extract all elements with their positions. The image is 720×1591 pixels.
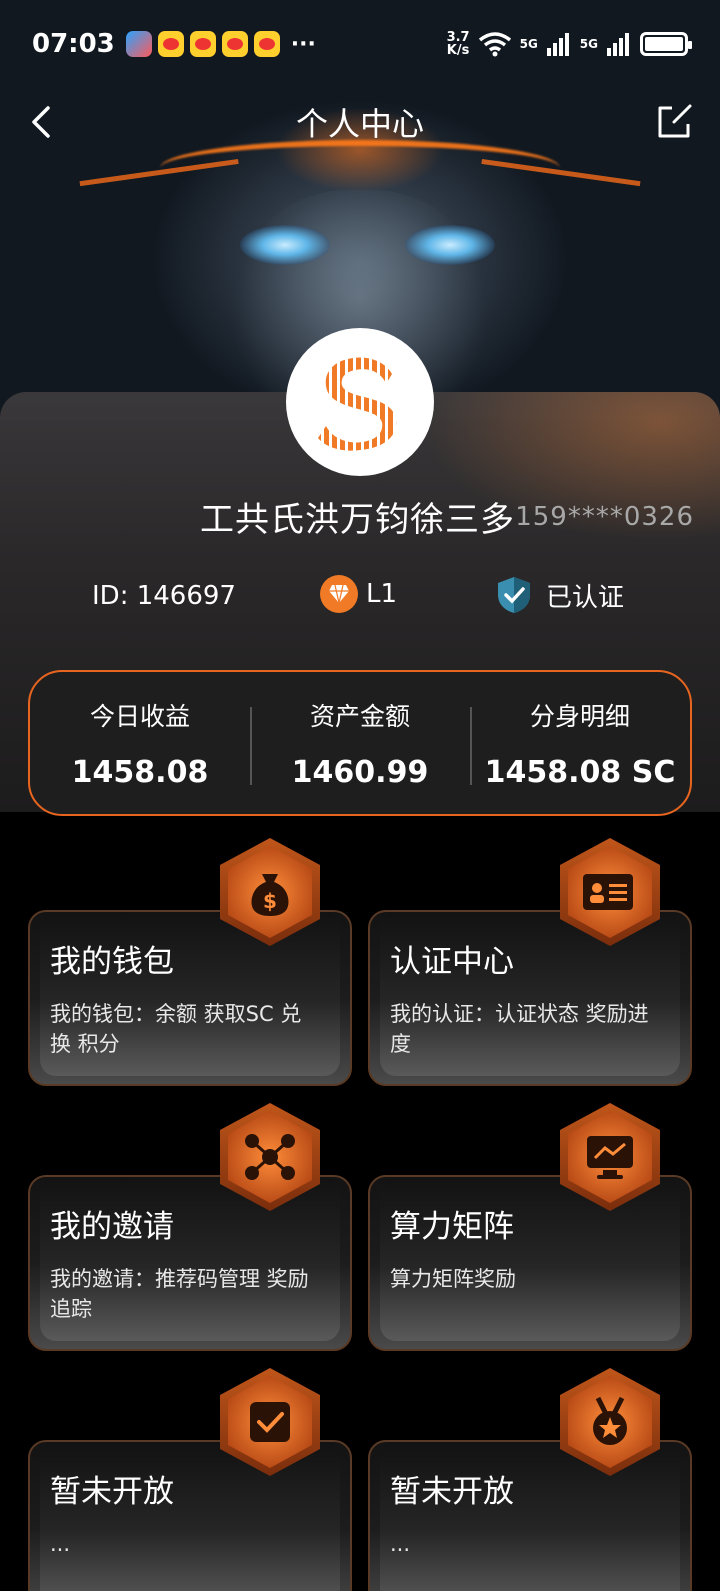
signal-icon: [607, 33, 629, 56]
robot-eye-left: [240, 225, 330, 265]
weibo-notification-icon: [253, 31, 280, 57]
card-body: 认证中心 我的认证：认证状态 奖励进度: [368, 910, 692, 1086]
network-speed: 3.7 K/s: [447, 31, 470, 57]
status-bar: 07:03 ··· 3.7 K/s 5G 5G: [0, 0, 720, 88]
weibo-notification-icon: [157, 31, 184, 57]
card-desc: ...: [390, 1532, 411, 1556]
card-desc: 算力矩阵奖励: [390, 1267, 516, 1291]
back-arrow-icon[interactable]: [24, 102, 64, 142]
card-compute-matrix[interactable]: 算力矩阵 算力矩阵奖励: [368, 1103, 692, 1351]
stat-value: 1458.08 SC: [484, 754, 676, 790]
avatar[interactable]: [286, 328, 434, 476]
verification-text: 已认证: [546, 582, 625, 613]
card-invitation[interactable]: 我的邀请 我的邀请：推荐码管理 奖励追踪: [28, 1103, 352, 1351]
weibo-notification-icon: [189, 31, 216, 57]
network-type-1: 5G: [519, 37, 538, 51]
user-name: 工共氏洪万钧徐三多: [200, 500, 515, 540]
wifi-icon: [478, 32, 511, 57]
robot-eye-right: [405, 225, 495, 265]
user-level-text: L1: [366, 579, 398, 609]
stat-label: 今日收益: [89, 701, 190, 731]
network-speed-unit: K/s: [446, 43, 470, 58]
card-body: 算力矩阵 算力矩阵奖励: [368, 1175, 692, 1351]
signal-icon: [546, 33, 569, 56]
card-title: 我的钱包: [50, 944, 174, 980]
card-desc: 我的邀请：推荐码管理 奖励追踪: [50, 1267, 309, 1321]
battery-icon: [640, 32, 692, 56]
card-title: 认证中心: [390, 944, 514, 980]
stat-asset-amount[interactable]: 资产金额 1460.99: [250, 697, 470, 790]
card-not-open-2[interactable]: 暂未开放 ...: [368, 1368, 692, 1591]
card-title: 暂未开放: [390, 1474, 514, 1510]
card-wallet[interactable]: 我的钱包 我的钱包：余额 获取SC 兑换 积分 $: [28, 838, 352, 1086]
card-body: 我的邀请 我的邀请：推荐码管理 奖励追踪: [28, 1175, 352, 1351]
card-body: 暂未开放 ...: [28, 1440, 352, 1591]
card-title: 我的邀请: [50, 1209, 174, 1245]
card-verification-center[interactable]: 认证中心 我的认证：认证状态 奖励进度: [368, 838, 692, 1086]
logo-s-icon: [318, 357, 397, 451]
card-body: 我的钱包 我的钱包：余额 获取SC 兑换 积分: [28, 910, 352, 1086]
app-notification-icon: [125, 31, 152, 57]
stat-label: 资产金额: [309, 701, 410, 731]
stat-label: 分身明细: [529, 701, 630, 731]
stat-value: 1460.99: [291, 754, 429, 790]
status-time: 07:03: [32, 29, 115, 59]
stat-today-earnings[interactable]: 今日收益 1458.08: [30, 697, 250, 790]
name-row: 工共氏洪万钧徐三多 159****0326: [0, 492, 720, 542]
stats-panel: 今日收益 1458.08 资产金额 1460.99 分身明细 1458.08 S…: [28, 670, 692, 816]
stat-clone-details[interactable]: 分身明细 1458.08 SC: [470, 697, 690, 790]
user-phone: 159****0326: [515, 502, 694, 532]
stat-value: 1458.08: [71, 754, 209, 790]
helmet-wing-right: [479, 158, 641, 200]
network-type-2: 5G: [579, 37, 598, 51]
card-not-open-1[interactable]: 暂未开放 ...: [28, 1368, 352, 1591]
user-meta: ID: 146697 L1 已认证: [0, 575, 720, 619]
card-desc: 我的钱包：余额 获取SC 兑换 积分: [50, 1002, 302, 1056]
status-right: 3.7 K/s 5G 5G: [447, 31, 692, 57]
card-desc: 我的认证：认证状态 奖励进度: [390, 1002, 649, 1056]
verification-status: 已认证: [494, 575, 624, 615]
card-title: 算力矩阵: [390, 1209, 514, 1245]
shield-check-icon: [498, 577, 530, 613]
edit-icon[interactable]: [652, 100, 696, 144]
weibo-notification-icon: [221, 31, 248, 57]
card-body: 暂未开放 ...: [368, 1440, 692, 1591]
user-level: L1: [320, 575, 397, 613]
card-title: 暂未开放: [50, 1474, 174, 1510]
page-title: 个人中心: [295, 105, 424, 143]
card-desc: ...: [50, 1532, 71, 1556]
more-notifications-icon: ···: [290, 31, 316, 57]
diamond-icon: [320, 575, 358, 613]
svg-text:$: $: [263, 889, 277, 913]
nav-bar: 个人中心: [0, 92, 720, 152]
user-id: ID: 146697: [92, 581, 236, 611]
